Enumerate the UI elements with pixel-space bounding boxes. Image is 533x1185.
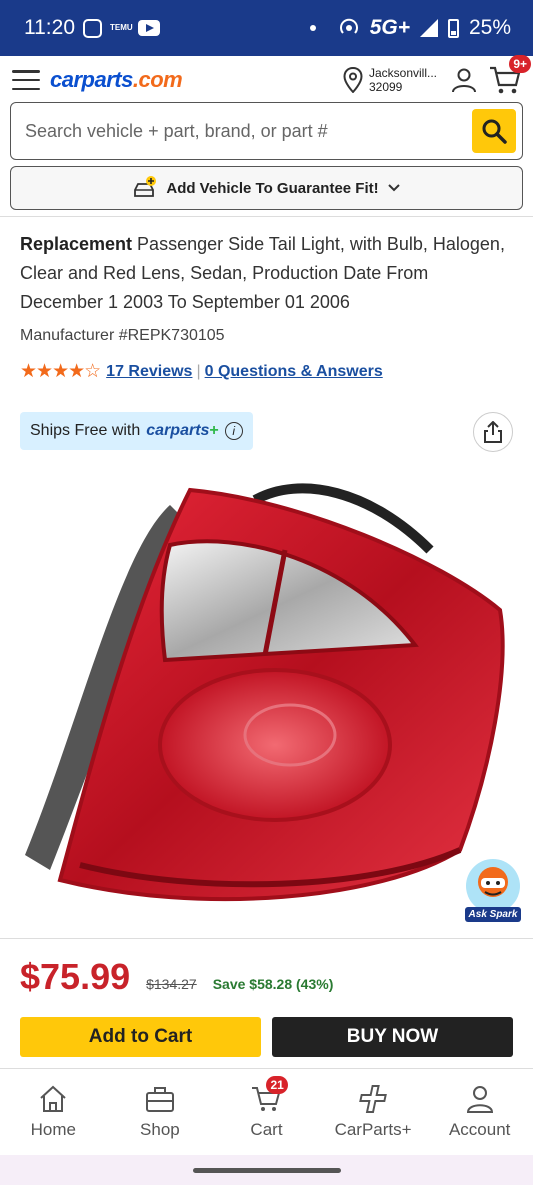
- cart-count-badge: 9+: [509, 55, 531, 73]
- cart-count-badge: 21: [266, 1075, 288, 1094]
- toolbox-icon: [145, 1086, 174, 1112]
- rating-row: ★★★★☆ 17 Reviews | 0 Questions & Answers: [20, 360, 383, 383]
- ask-spark-button[interactable]: Ask Spark: [463, 856, 523, 922]
- account-icon: [466, 1085, 493, 1113]
- battery-percent: 25%: [468, 16, 511, 39]
- spark-mascot-icon: [466, 859, 520, 913]
- product-title: Replacement Passenger Side Tail Light, w…: [20, 234, 505, 312]
- site-logo[interactable]: carparts.com: [50, 67, 183, 93]
- divider: [0, 938, 533, 939]
- ask-spark-label: Ask Spark: [465, 907, 521, 922]
- search-input[interactable]: Search vehicle + part, brand, or part #: [25, 121, 472, 142]
- ships-free-text: Ships Free with: [30, 422, 141, 439]
- tab-account[interactable]: Account: [426, 1069, 533, 1154]
- ships-free-banner: Ships Free with carparts+ i: [20, 412, 253, 450]
- status-bar: 11:20 TEMU 5G+ 25%: [0, 0, 533, 56]
- youtube-icon: [138, 20, 160, 36]
- buy-now-button[interactable]: BUY NOW: [272, 1017, 513, 1057]
- tab-carparts-plus[interactable]: CarParts+: [320, 1069, 427, 1154]
- add-vehicle-button[interactable]: Add Vehicle To Guarantee Fit!: [10, 166, 523, 210]
- product-image[interactable]: [20, 470, 515, 925]
- account-icon[interactable]: [451, 67, 477, 93]
- home-icon: [40, 1085, 66, 1112]
- search-icon: [482, 119, 507, 144]
- share-icon: [484, 421, 502, 443]
- original-price: $134.27: [146, 976, 197, 992]
- temu-icon: TEMU: [110, 23, 133, 32]
- reviews-link[interactable]: 17 Reviews: [106, 363, 192, 381]
- share-button[interactable]: [473, 412, 513, 452]
- separator: |: [196, 362, 201, 380]
- network-type: 5G+: [369, 16, 410, 39]
- location-city: Jacksonvill...: [368, 66, 437, 80]
- signal-icon: [419, 19, 438, 37]
- qa-link[interactable]: 0 Questions & Answers: [205, 363, 383, 381]
- info-icon[interactable]: i: [224, 422, 243, 440]
- location-pin-icon: [343, 67, 363, 93]
- location-selector[interactable]: Jacksonvill... 32099: [343, 66, 437, 94]
- site-header: carparts.com Jacksonvill... 32099 9+: [0, 55, 533, 104]
- carparts-plus-icon: [359, 1084, 387, 1113]
- manufacturer-number: Manufacturer #REPK730105: [20, 327, 225, 344]
- clock: 11:20: [24, 16, 75, 39]
- bottom-tab-bar: Home Shop 21 Cart CarParts+ Account: [0, 1068, 533, 1154]
- menu-icon[interactable]: [12, 70, 40, 90]
- search-button[interactable]: [472, 109, 516, 153]
- tab-cart[interactable]: 21 Cart: [213, 1069, 320, 1154]
- add-to-cart-button[interactable]: Add to Cart: [20, 1017, 261, 1057]
- savings-text: Save $58.28 (43%): [212, 976, 334, 992]
- gesture-handle[interactable]: [193, 1168, 341, 1173]
- chevron-down-icon: [387, 184, 400, 192]
- divider: [0, 216, 533, 217]
- price-row: $75.99 $134.27 Save $58.28 (43%): [20, 956, 333, 998]
- header-cart-button[interactable]: 9+: [489, 55, 531, 95]
- instagram-icon: [83, 18, 102, 38]
- add-vehicle-label: Add Vehicle To Guarantee Fit!: [166, 179, 379, 197]
- carparts-plus-logo: carparts+: [146, 422, 219, 439]
- location-zip: 32099: [368, 80, 403, 94]
- system-nav-bar: [0, 1155, 533, 1185]
- search-bar[interactable]: Search vehicle + part, brand, or part #: [10, 102, 523, 160]
- notification-dot-icon: [309, 25, 316, 31]
- hotspot-icon: [339, 18, 358, 34]
- tab-shop[interactable]: Shop: [107, 1069, 214, 1154]
- current-price: $75.99: [20, 956, 131, 997]
- car-plus-icon: [134, 176, 157, 197]
- battery-icon: [447, 18, 459, 38]
- tab-home[interactable]: Home: [0, 1069, 107, 1154]
- star-rating: ★★★★☆: [20, 361, 101, 382]
